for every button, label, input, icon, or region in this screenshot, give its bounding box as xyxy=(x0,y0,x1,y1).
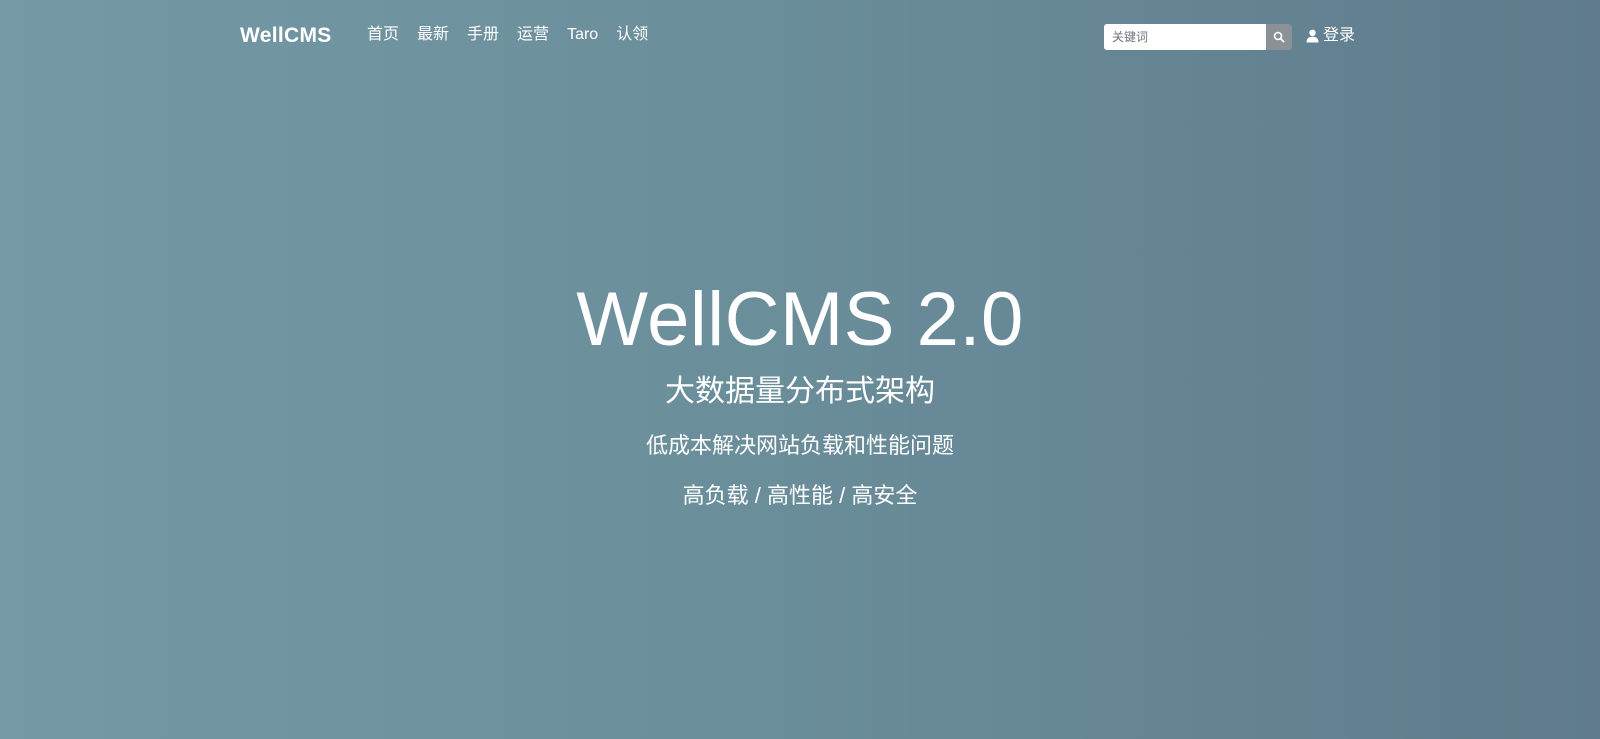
user-icon xyxy=(1306,29,1323,43)
top-navbar: WellCMS 首页 最新 手册 运营 Taro 认领 登录 xyxy=(0,0,1600,72)
hero-section: WellCMS 2.0 大数据量分布式架构 低成本解决网站负载和性能问题 高负载… xyxy=(0,270,1600,512)
login-link[interactable]: 登录 xyxy=(1306,26,1355,46)
hero-description: 低成本解决网站负载和性能问题 xyxy=(645,433,954,458)
nav-link-claim[interactable]: 认领 xyxy=(616,25,648,45)
login-label: 登录 xyxy=(1323,27,1356,44)
search-box xyxy=(1104,24,1292,50)
search-input[interactable] xyxy=(1104,24,1266,50)
nav-link-home[interactable]: 首页 xyxy=(367,25,399,45)
hero-tags: 高负载 / 高性能 / 高安全 xyxy=(682,483,918,508)
nav-link-latest[interactable]: 最新 xyxy=(417,25,449,45)
nav-link-taro[interactable]: Taro xyxy=(567,25,598,45)
search-button[interactable] xyxy=(1266,24,1292,50)
nav-links: 首页 最新 手册 运营 Taro 认领 xyxy=(367,25,666,45)
nav-link-manual[interactable]: 手册 xyxy=(467,25,499,45)
hero-title: WellCMS 2.0 xyxy=(576,277,1024,362)
site-logo[interactable]: WellCMS xyxy=(240,24,332,48)
nav-link-operations[interactable]: 运营 xyxy=(517,25,549,45)
hero-subtitle: 大数据量分布式架构 xyxy=(665,375,935,408)
search-icon xyxy=(1273,31,1285,43)
